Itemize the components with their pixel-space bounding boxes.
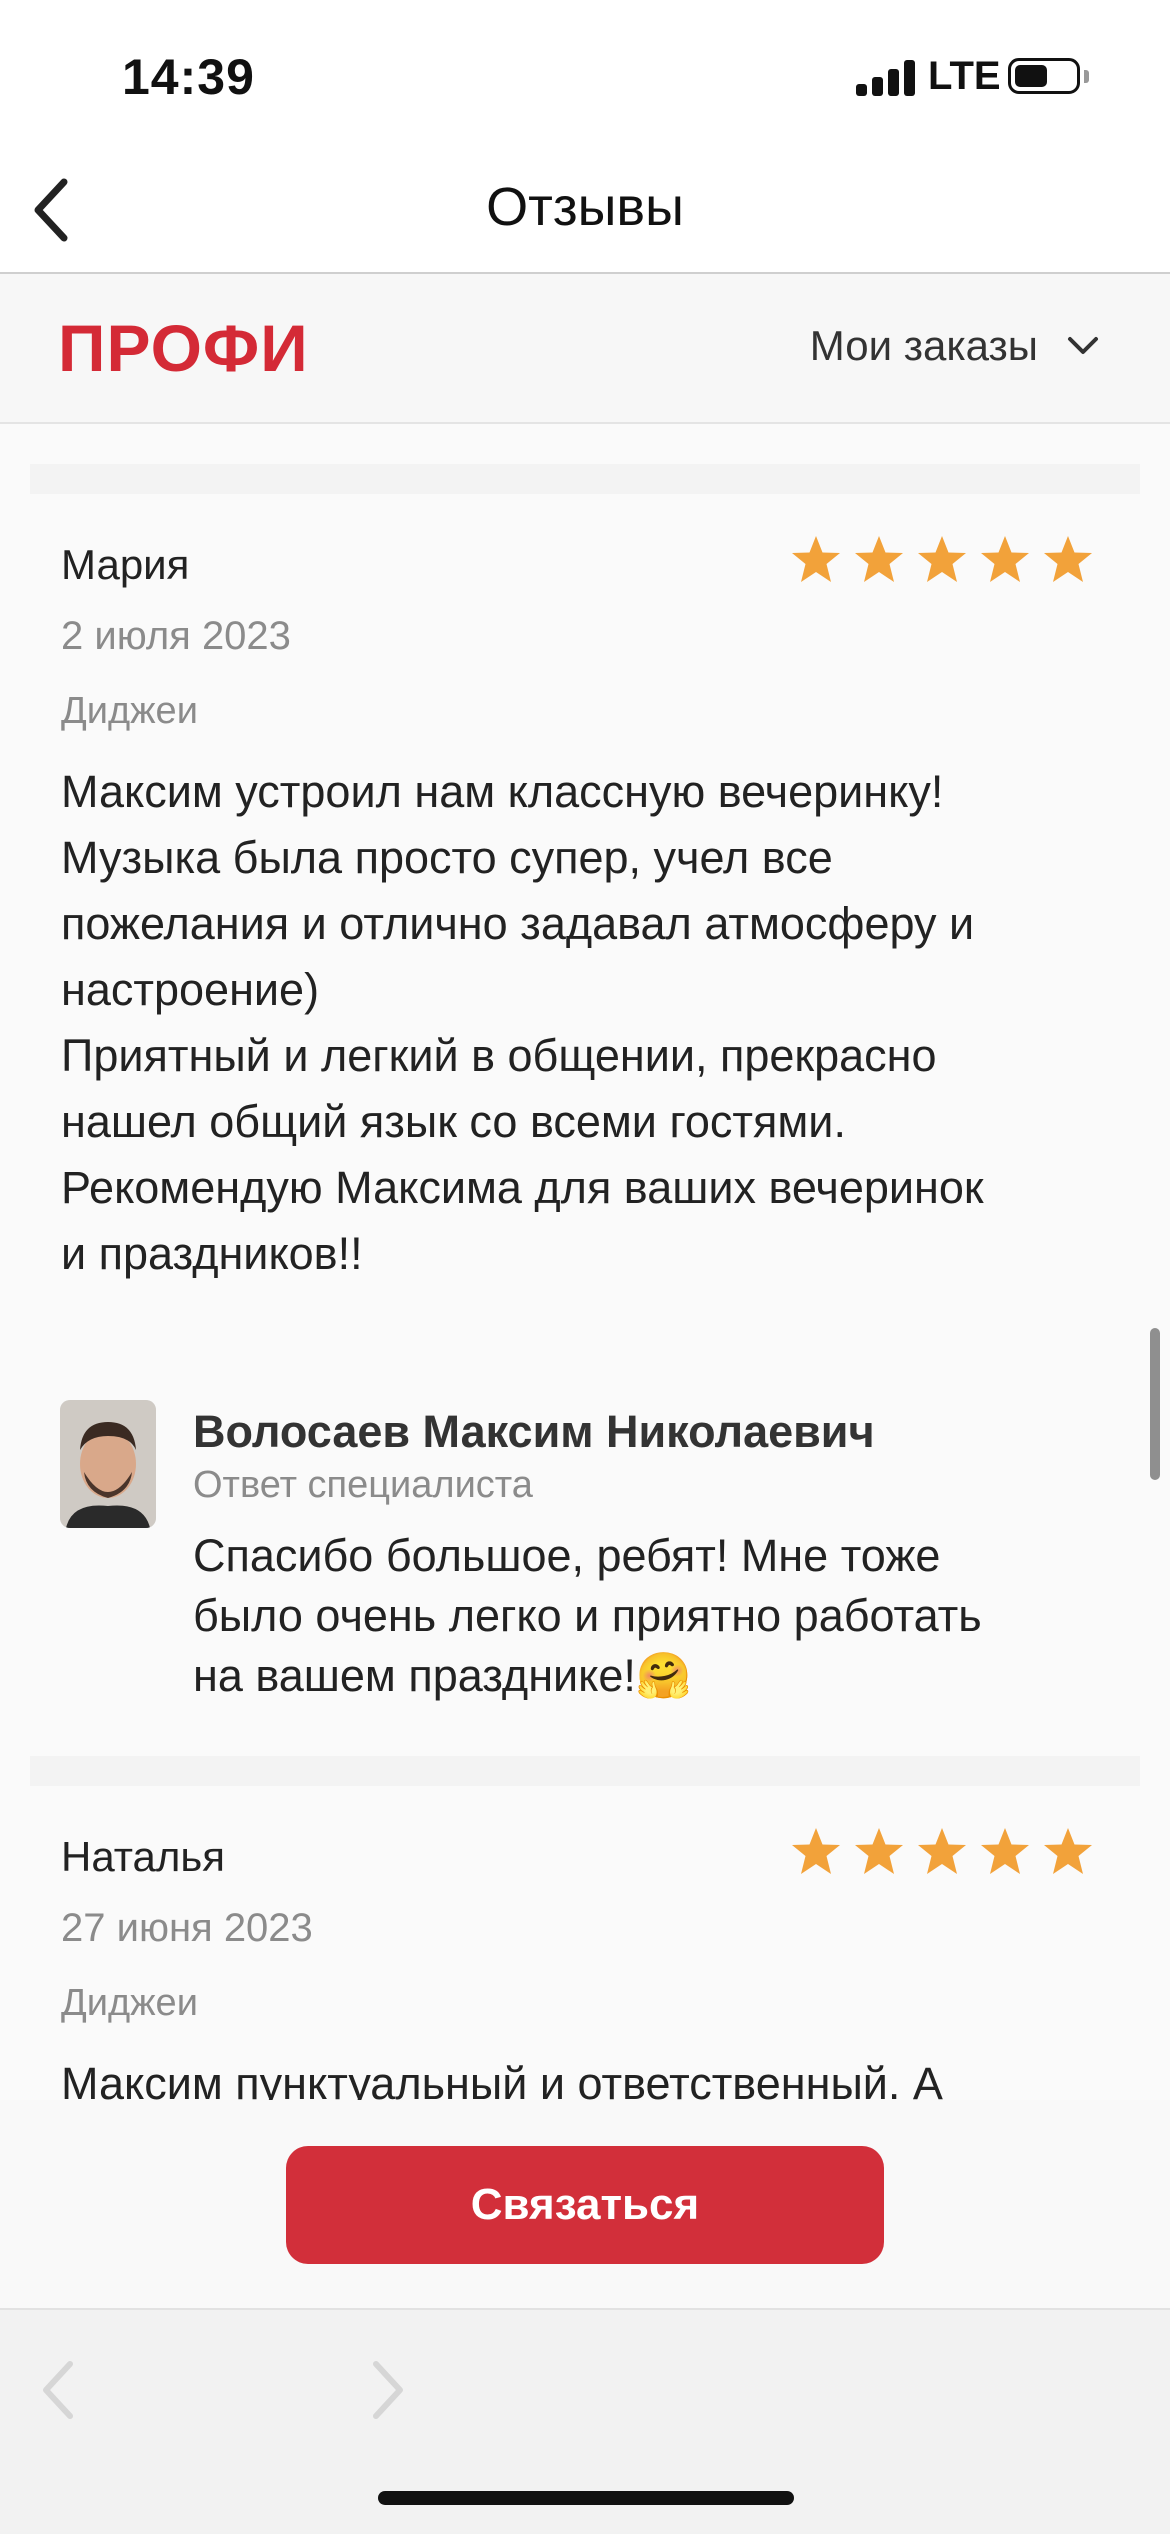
navigation-bar: Отзывы [0, 150, 1170, 274]
reply-role: Ответ специалиста [193, 1464, 533, 1506]
rating-stars [790, 534, 1094, 586]
specialist-photo [60, 1400, 156, 1528]
reply-author: Волосаев Максим Николаевич [193, 1406, 875, 1457]
divider [30, 464, 1140, 494]
star-icon [792, 1828, 840, 1874]
divider [30, 1756, 1140, 1786]
star-icon [855, 1828, 903, 1874]
star-icon [1044, 1828, 1092, 1874]
logo[interactable]: ПРОФИ [58, 310, 309, 386]
status-bar: 14:39 LTE [0, 0, 1170, 150]
avatar [60, 1400, 156, 1528]
rating-stars [790, 1826, 1094, 1878]
network-label: LTE [928, 54, 1001, 98]
review-category: Диджеи [61, 1982, 198, 2024]
chevron-down-icon [1068, 337, 1098, 354]
reviews-list[interactable]: Мария 2 июля 2023 Диджеи Максим устроил … [0, 424, 1170, 2104]
review-date: 27 июня 2023 [61, 1906, 313, 1950]
review-date: 2 июля 2023 [61, 614, 291, 658]
chevron-right-icon [373, 2361, 403, 2419]
orders-menu[interactable]: Мои заказы [810, 322, 1100, 370]
star-icon [855, 536, 903, 582]
scrollbar[interactable] [1150, 1328, 1160, 1480]
review-author: Наталья [61, 1833, 226, 1880]
signal-icon [856, 60, 916, 96]
battery-cap [1084, 70, 1089, 83]
star-icon [981, 1828, 1029, 1874]
star-icon [792, 536, 840, 582]
browser-forward-button[interactable] [356, 2350, 416, 2430]
battery-icon [1008, 58, 1080, 94]
browser-back-button[interactable] [30, 2350, 90, 2430]
star-icon [918, 1828, 966, 1874]
reply-text: Спасибо большое, ребят! Мне тоже было оч… [193, 1530, 982, 1701]
page-title: Отзывы [486, 177, 684, 237]
contact-button[interactable]: Связаться [286, 2146, 884, 2264]
review-author: Мария [61, 541, 190, 588]
home-indicator [378, 2491, 794, 2505]
review-text: Максим пунктуальный и ответственный. А [61, 2058, 943, 2104]
star-icon [1044, 536, 1092, 582]
status-time: 14:39 [122, 49, 255, 105]
chevron-left-icon [43, 2361, 73, 2419]
star-icon [981, 536, 1029, 582]
review-category: Диджеи [61, 690, 198, 732]
site-header: ПРОФИ Мои заказы [0, 274, 1170, 424]
orders-menu-label: Мои заказы [809, 322, 1038, 369]
bottom-action-panel: Связаться [0, 2100, 1170, 2308]
review-text: Максим устроил нам классную вечеринку! М… [61, 766, 984, 1279]
star-icon [918, 536, 966, 582]
